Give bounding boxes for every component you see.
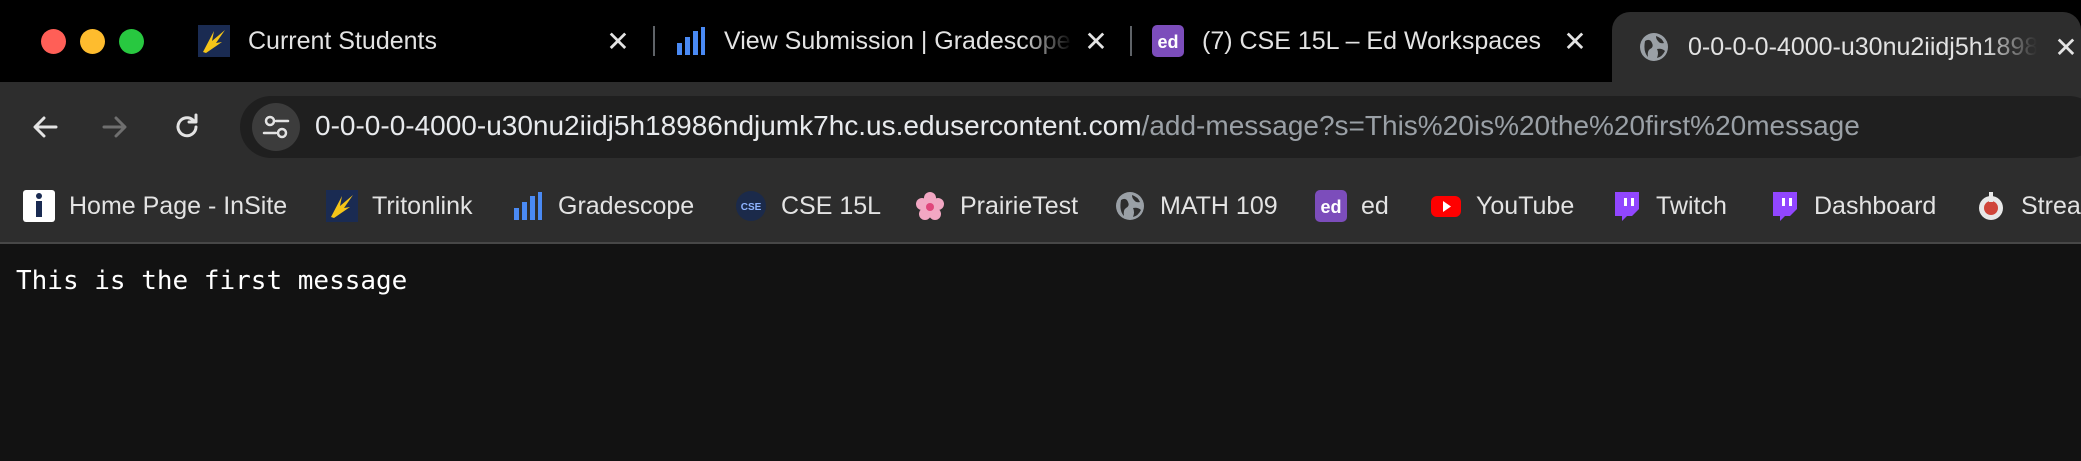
reload-icon [176, 113, 198, 138]
tune-icon [262, 115, 290, 139]
reload-button[interactable] [162, 102, 212, 152]
tab-current-students[interactable]: Current Students ✕ [198, 12, 633, 70]
minimize-window-button[interactable] [80, 29, 105, 54]
url-text[interactable]: 0-0-0-0-4000-u30nu2iidj5h18986ndjumk7hc.… [315, 110, 1860, 142]
tab-title: View Submission | Gradescope [724, 26, 1071, 55]
zoom-window-button[interactable] [119, 29, 144, 54]
close-tab-icon[interactable]: ✕ [1081, 25, 1111, 58]
bookmark-label: ed [1361, 191, 1389, 220]
close-tab-icon[interactable]: ✕ [2051, 31, 2081, 64]
tab-title: Current Students [248, 26, 437, 55]
cse-icon: CSE [735, 190, 767, 222]
bookmark-prairietest[interactable]: PrairieTest [914, 186, 1078, 226]
bookmark-dashboard[interactable]: Dashboard [1768, 186, 1936, 226]
bookmark-label: Stream [2021, 191, 2081, 220]
bookmark-label: Gradescope [558, 191, 695, 220]
bookmark-label: Twitch [1656, 191, 1727, 220]
bookmark-label: Dashboard [1814, 191, 1937, 220]
tritonlink-icon [326, 190, 358, 222]
stream-icon [1975, 190, 2007, 222]
tab-divider [1130, 26, 1132, 56]
forward-button[interactable] [90, 102, 140, 152]
svg-text:ed: ed [1320, 197, 1341, 217]
ed-icon: ed [1152, 25, 1184, 57]
svg-text:CSE: CSE [741, 202, 762, 213]
tab-active-edusercontent[interactable]: 0-0-0-0-4000-u30nu2iidj5h18986ndjumk7hc.… [1612, 12, 2081, 82]
svg-text:ed: ed [1157, 32, 1178, 52]
tritonlink-icon [198, 25, 230, 57]
bookmark-math-109[interactable]: MATH 109 [1114, 186, 1278, 226]
window-controls [41, 29, 144, 54]
close-window-button[interactable] [41, 29, 66, 54]
bookmark-cse-15l[interactable]: CSE CSE 15L [735, 186, 881, 226]
tab-title: (7) CSE 15L – Ed Workspaces [1202, 26, 1542, 55]
twitch-icon [1610, 190, 1642, 222]
back-button[interactable] [20, 102, 70, 152]
gradescope-icon [512, 190, 544, 222]
twitch-icon [1768, 190, 1800, 222]
bookmark-label: CSE 15L [781, 191, 882, 220]
close-tab-icon[interactable]: ✕ [1560, 25, 1590, 58]
page-content: This is the first message [0, 244, 2081, 461]
toolbar: 0-0-0-0-4000-u30nu2iidj5h18986ndjumk7hc.… [0, 82, 2081, 172]
bookmark-youtube[interactable]: YouTube [1430, 186, 1574, 226]
forward-arrow-icon [102, 116, 127, 138]
site-settings-button[interactable] [252, 103, 300, 151]
bookmark-insite[interactable]: Home Page - InSite [23, 186, 287, 226]
tab-divider [653, 26, 655, 56]
url-path: /add-message?s=This%20is%20the%20first%2… [1141, 110, 1860, 141]
globe-icon [1114, 190, 1146, 222]
bookmark-gradescope[interactable]: Gradescope [512, 186, 694, 226]
bookmarks-bar: Home Page - InSite Tritonlink Gradescope… [0, 172, 2081, 244]
tab-gradescope[interactable]: View Submission | Gradescope ✕ [674, 12, 1111, 70]
bookmark-label: MATH 109 [1160, 191, 1278, 220]
tab-title: 0-0-0-0-4000-u30nu2iidj5h18986ndjumk7hc.… [1688, 32, 2037, 61]
bookmark-label: Home Page - InSite [69, 191, 288, 220]
insite-icon [23, 190, 55, 222]
page-body-text: This is the first message [16, 266, 408, 296]
bookmark-ed[interactable]: ed ed [1315, 186, 1389, 226]
flower-icon [914, 190, 946, 222]
ed-icon: ed [1315, 190, 1347, 222]
bookmark-twitch[interactable]: Twitch [1610, 186, 1727, 226]
bookmark-stream[interactable]: Stream [1975, 186, 2081, 226]
bookmark-tritonlink[interactable]: Tritonlink [326, 186, 473, 226]
globe-icon [1638, 31, 1670, 63]
address-bar[interactable]: 0-0-0-0-4000-u30nu2iidj5h18986ndjumk7hc.… [240, 96, 2081, 158]
bookmark-label: PrairieTest [960, 191, 1079, 220]
back-arrow-icon [33, 116, 58, 138]
gradescope-icon [674, 25, 706, 57]
url-host: 0-0-0-0-4000-u30nu2iidj5h18986ndjumk7hc.… [315, 110, 1142, 141]
bookmark-label: YouTube [1476, 191, 1575, 220]
close-tab-icon[interactable]: ✕ [603, 25, 633, 58]
tab-strip: Current Students ✕ View Submission | Gra… [0, 0, 2081, 82]
tab-ed-workspaces[interactable]: ed (7) CSE 15L – Ed Workspaces ✕ [1152, 12, 1590, 70]
bookmark-label: Tritonlink [372, 191, 473, 220]
youtube-icon [1430, 190, 1462, 222]
